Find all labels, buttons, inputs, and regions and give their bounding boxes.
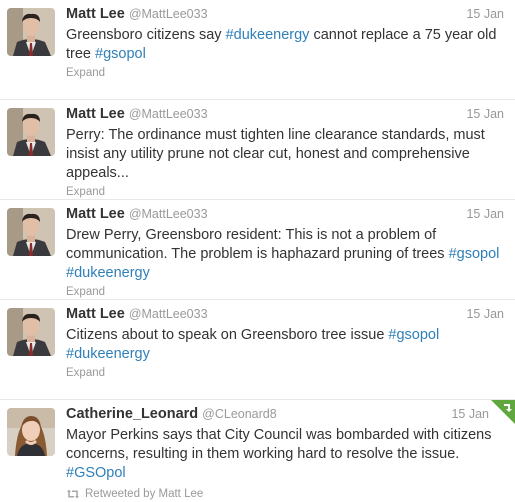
avatar[interactable] (7, 308, 55, 356)
author-handle[interactable]: @CLeonard8 (202, 407, 277, 421)
author-handle[interactable]: @MattLee033 (129, 207, 208, 221)
tweet-header: Catherine_Leonard @CLeonard8 (66, 404, 515, 424)
tweet-feed: Matt Lee @MattLee033 15 Jan Greensboro ci… (0, 0, 515, 502)
avatar[interactable] (7, 108, 55, 156)
tweet-text: Drew Perry, Greensboro resident: This is… (66, 226, 515, 283)
tweet-text: Greensboro citizens say #dukeenergy cann… (66, 26, 515, 64)
tweet-timestamp[interactable]: 15 Jan (466, 6, 504, 22)
hashtag-link[interactable]: #gsopol (449, 246, 500, 262)
tweet-header: Matt Lee @MattLee033 (66, 104, 515, 124)
tweet-timestamp[interactable]: 15 Jan (466, 106, 504, 122)
author-name[interactable]: Matt Lee (66, 306, 125, 322)
avatar[interactable] (7, 208, 55, 256)
expand-link[interactable]: Expand (66, 66, 515, 80)
author-name[interactable]: Matt Lee (66, 6, 125, 22)
retweet-icon (67, 489, 79, 499)
hashtag-link[interactable]: #gsopol (95, 46, 146, 62)
avatar[interactable] (7, 408, 55, 456)
author-handle[interactable]: @MattLee033 (129, 107, 208, 121)
author-name[interactable]: Matt Lee (66, 106, 125, 122)
tweet-timestamp[interactable]: 15 Jan (466, 206, 504, 222)
tweet-item[interactable]: Matt Lee @MattLee033 15 Jan Citizens abou… (0, 300, 515, 400)
tweet-item[interactable]: Matt Lee @MattLee033 15 Jan Greensboro ci… (0, 0, 515, 100)
tweet-item[interactable]: Matt Lee @MattLee033 15 Jan Perry: The or… (0, 100, 515, 200)
hashtag-link[interactable]: #dukeenergy (66, 265, 150, 281)
tweet-timestamp[interactable]: 15 Jan (451, 406, 489, 422)
retweeted-by-label: Retweeted by Matt Lee (85, 488, 204, 500)
hashtag-link[interactable]: #dukeenergy (66, 346, 150, 362)
tweet-text-segment: Mayor Perkins says that City Council was… (66, 427, 492, 462)
tweet-text: Perry: The ordinance must tighten line c… (66, 126, 515, 183)
tweet-text: Citizens about to speak on Greensboro tr… (66, 326, 515, 364)
expand-link[interactable]: Expand (66, 185, 515, 199)
tweet-text-segment: Drew Perry, Greensboro resident: This is… (66, 227, 449, 262)
tweet-header: Matt Lee @MattLee033 (66, 4, 515, 24)
author-handle[interactable]: @MattLee033 (129, 7, 208, 21)
hashtag-link[interactable]: #dukeenergy (226, 27, 310, 43)
tweet-header: Matt Lee @MattLee033 (66, 204, 515, 224)
tweet-timestamp[interactable]: 15 Jan (466, 306, 504, 322)
tweet-text: Mayor Perkins says that City Council was… (66, 426, 515, 483)
tweet-text-segment: Greensboro citizens say (66, 27, 226, 43)
tweet-header: Matt Lee @MattLee033 (66, 304, 515, 324)
author-name[interactable]: Matt Lee (66, 206, 125, 222)
avatar[interactable] (7, 8, 55, 56)
hashtag-link[interactable]: #GSOpol (66, 465, 126, 481)
tweet-text-segment: Citizens about to speak on Greensboro tr… (66, 327, 389, 343)
author-handle[interactable]: @MattLee033 (129, 307, 208, 321)
retweeted-by[interactable]: Retweeted by Matt Lee (66, 487, 515, 501)
hashtag-link[interactable]: #gsopol (388, 327, 439, 343)
tweet-item[interactable]: Catherine_Leonard @CLeonard8 15 Jan Mayor… (0, 400, 515, 502)
tweet-text-segment: Perry: The ordinance must tighten line c… (66, 127, 485, 181)
expand-link[interactable]: Expand (66, 366, 515, 380)
expand-link[interactable]: Expand (66, 285, 515, 299)
author-name[interactable]: Catherine_Leonard (66, 406, 198, 422)
retweet-corner-icon (491, 400, 515, 424)
tweet-item[interactable]: Matt Lee @MattLee033 15 Jan Drew Perry, G… (0, 200, 515, 300)
